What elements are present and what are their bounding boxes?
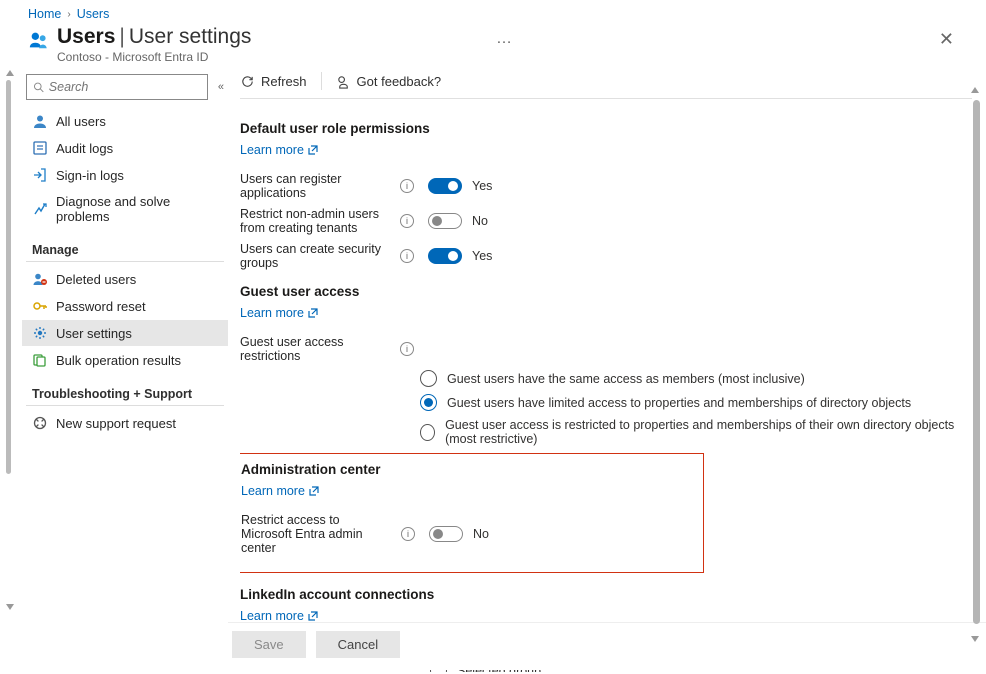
left-scrollbar[interactable] — [6, 80, 11, 474]
button-bar: Save Cancel — [228, 622, 986, 670]
toggle[interactable] — [428, 248, 462, 264]
external-link-icon — [308, 611, 318, 621]
learn-more-role[interactable]: Learn more — [240, 143, 318, 157]
sidebar-item-all-users[interactable]: All users — [22, 108, 228, 134]
key-icon — [32, 298, 48, 314]
toolbar-separator — [321, 72, 322, 90]
sidebar-item-label: User settings — [56, 326, 132, 341]
radio-option[interactable] — [420, 424, 435, 441]
page-subtitle: Contoso - Microsoft Entra ID — [57, 50, 484, 64]
toggle[interactable] — [428, 213, 462, 229]
cancel-button[interactable]: Cancel — [316, 631, 400, 658]
guest-restrictions-label: Guest user access restrictions — [240, 335, 390, 363]
group-linkedin-title: LinkedIn account connections — [240, 587, 972, 602]
radio-option[interactable] — [420, 394, 437, 411]
sidebar-item-new-support-request[interactable]: New support request — [22, 410, 228, 436]
setting-label: Restrict non-admin users from creating t… — [240, 207, 390, 235]
external-link-icon — [308, 308, 318, 318]
radio-label: Guest users have limited access to prope… — [447, 396, 911, 410]
radio-label: Guest user access is restricted to prope… — [445, 418, 972, 446]
feedback-label: Got feedback? — [357, 74, 442, 89]
toggle-value: No — [472, 214, 488, 228]
log-icon — [32, 140, 48, 156]
scroll-up-icon[interactable] — [971, 83, 979, 93]
sidebar-item-label: Bulk operation results — [56, 353, 181, 368]
chevron-right-icon: › — [67, 9, 70, 20]
feedback-icon — [336, 74, 351, 89]
sidebar: « All users Audit logs Sign-in logs Diagnos… — [22, 66, 228, 672]
admin-center-highlighted: Administration center Learn more Restric… — [240, 453, 704, 573]
search-icon — [33, 81, 45, 94]
bulk-icon — [32, 352, 48, 368]
learn-more-guest[interactable]: Learn more — [240, 306, 318, 320]
scroll-up-icon[interactable] — [6, 66, 14, 76]
sidebar-item-deleted-users[interactable]: Deleted users — [22, 266, 228, 292]
toggle-value: Yes — [472, 179, 492, 193]
sidebar-item-diagnose-and-solve-problems[interactable]: Diagnose and solve problems — [22, 189, 228, 229]
radio-label: Guest users have the same access as memb… — [447, 372, 805, 386]
info-icon[interactable]: i — [400, 342, 414, 356]
external-link-icon — [308, 145, 318, 155]
sidebar-item-label: Diagnose and solve problems — [56, 194, 218, 224]
learn-more-linkedin[interactable]: Learn more — [240, 609, 318, 623]
page-title: Users|User settings — [57, 25, 484, 49]
sidebar-item-user-settings[interactable]: User settings — [22, 320, 228, 346]
refresh-button[interactable]: Refresh — [240, 74, 307, 89]
section-troubleshooting: Troubleshooting + Support — [26, 377, 224, 406]
setting-label: Users can register applications — [240, 172, 390, 200]
main-panel: Refresh Got feedback? Default user role … — [228, 66, 986, 672]
sidebar-item-label: All users — [56, 114, 106, 129]
radio-option[interactable] — [420, 370, 437, 387]
sidebar-item-label: Deleted users — [56, 272, 136, 287]
breadcrumb-users[interactable]: Users — [77, 7, 110, 21]
user-icon — [32, 113, 48, 129]
info-icon[interactable]: i — [400, 179, 414, 193]
group-guest-title: Guest user access — [240, 284, 972, 299]
breadcrumb: Home › Users — [0, 0, 986, 23]
toolbar: Refresh Got feedback? — [240, 66, 972, 99]
sidebar-item-sign-in-logs[interactable]: Sign-in logs — [22, 162, 228, 188]
collapse-sidebar-button[interactable]: « — [214, 79, 224, 95]
info-icon[interactable]: i — [400, 249, 414, 263]
group-role-title: Default user role permissions — [240, 121, 972, 136]
sidebar-item-bulk-operation-results[interactable]: Bulk operation results — [22, 347, 228, 373]
group-admin-title: Administration center — [241, 462, 697, 477]
sidebar-item-label: Password reset — [56, 299, 146, 314]
sidebar-item-label: Audit logs — [56, 141, 113, 156]
page-header: Users|User settings Contoso - Microsoft … — [0, 23, 986, 66]
info-icon[interactable]: i — [400, 214, 414, 228]
support-icon — [32, 415, 48, 431]
sidebar-item-password-reset[interactable]: Password reset — [22, 293, 228, 319]
setting-label: Users can create security groups — [240, 242, 390, 270]
toggle-value: Yes — [472, 249, 492, 263]
right-scrollbar[interactable] — [973, 100, 980, 624]
toggle[interactable] — [428, 178, 462, 194]
close-button[interactable]: ✕ — [939, 29, 954, 50]
admin-restrict-value: No — [473, 527, 489, 541]
settings-icon — [32, 325, 48, 341]
section-manage: Manage — [26, 233, 224, 262]
refresh-icon — [240, 74, 255, 89]
deluser-icon — [32, 271, 48, 287]
learn-more-admin[interactable]: Learn more — [241, 484, 319, 498]
admin-restrict-toggle[interactable] — [429, 526, 463, 542]
users-icon — [28, 29, 50, 51]
search-box[interactable] — [26, 74, 208, 100]
feedback-button[interactable]: Got feedback? — [336, 74, 442, 89]
scroll-down-icon[interactable] — [6, 604, 14, 614]
scroll-down-icon[interactable] — [971, 636, 979, 646]
signin-icon — [32, 167, 48, 183]
admin-restrict-label: Restrict access to Microsoft Entra admin… — [241, 513, 391, 555]
info-icon[interactable]: i — [401, 527, 415, 541]
more-button[interactable]: … — [496, 30, 512, 48]
search-input[interactable] — [49, 80, 201, 94]
sidebar-item-audit-logs[interactable]: Audit logs — [22, 135, 228, 161]
sidebar-item-label: Sign-in logs — [56, 168, 124, 183]
breadcrumb-home[interactable]: Home — [28, 7, 61, 21]
diag-icon — [32, 201, 48, 217]
sidebar-item-label: New support request — [56, 416, 176, 431]
external-link-icon — [309, 486, 319, 496]
refresh-label: Refresh — [261, 74, 307, 89]
save-button[interactable]: Save — [232, 631, 306, 658]
